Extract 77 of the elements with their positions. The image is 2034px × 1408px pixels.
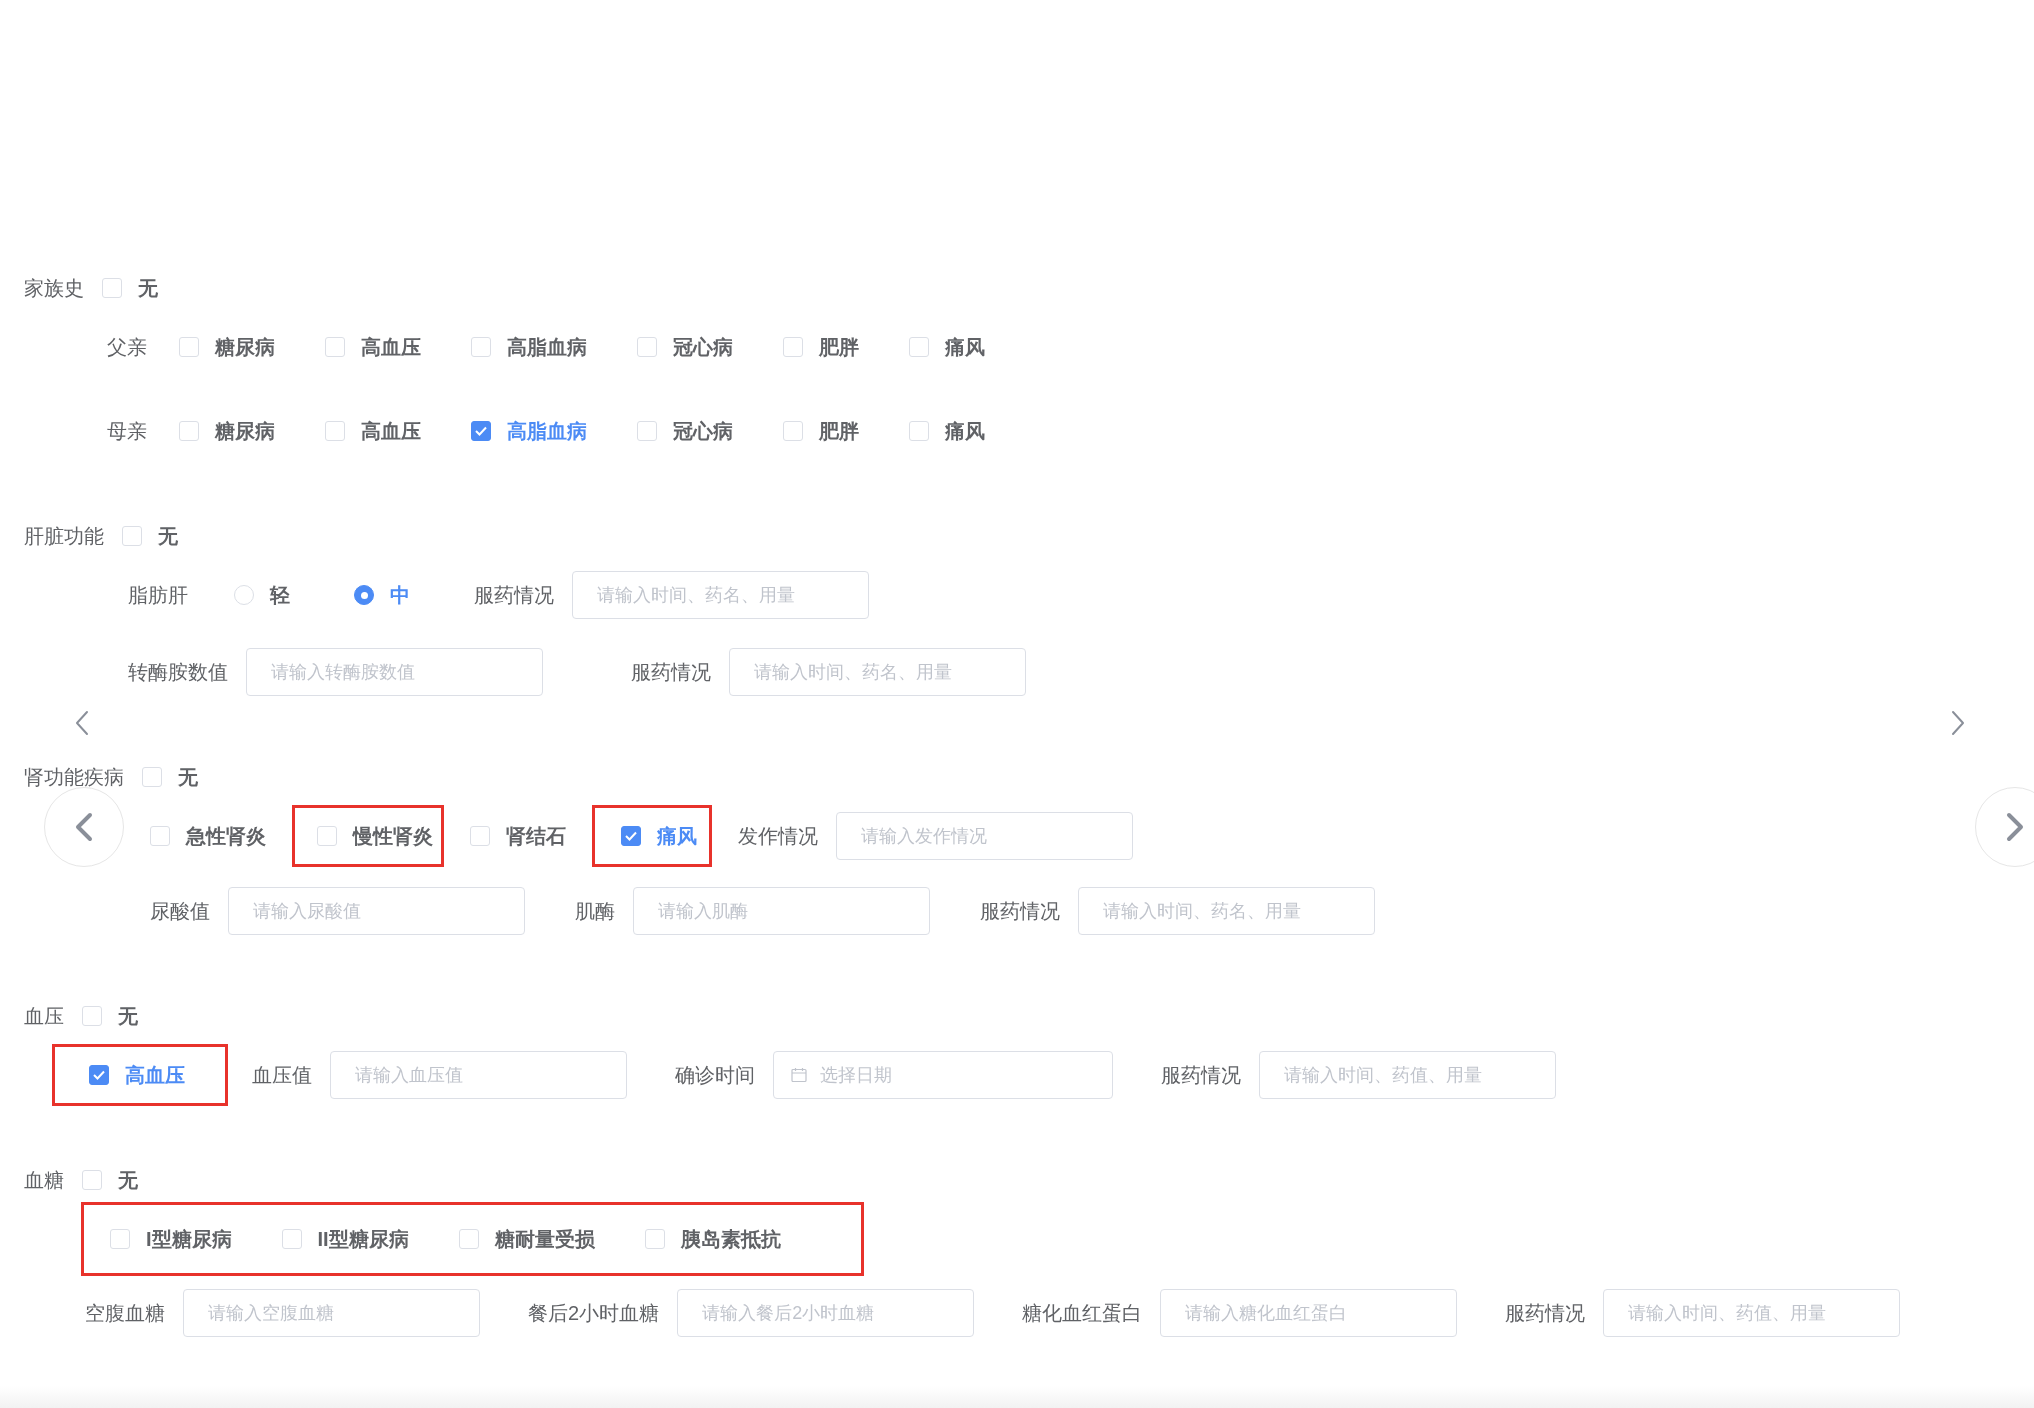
radio-label: 轻	[270, 582, 290, 608]
radio-button[interactable]	[354, 585, 374, 605]
checkbox-label: 无	[158, 523, 178, 549]
field-label: 服药情况	[980, 898, 1060, 924]
checkbox-label: 高血压	[361, 334, 421, 360]
row-label: 母亲	[107, 418, 147, 444]
chevron-right-icon[interactable]	[1950, 710, 1966, 736]
input-field[interactable]: 请输入空腹血糖	[183, 1289, 480, 1337]
input-field[interactable]: 请输入转酶胺数值	[246, 648, 543, 696]
check-icon	[93, 1070, 105, 1080]
chevron-left-icon	[74, 812, 94, 842]
checkbox[interactable]	[89, 1065, 109, 1085]
input-field[interactable]: 请输入糖化血红蛋白	[1160, 1289, 1458, 1337]
field-label: 糖化血红蛋白	[1022, 1300, 1143, 1326]
field-label: 确诊时间	[675, 1062, 755, 1088]
checkbox-label: 肥胖	[819, 418, 859, 444]
field-label: 服药情况	[631, 659, 711, 685]
input-field[interactable]: 请输入尿酸值	[228, 887, 525, 935]
checkbox-label: 痛风	[945, 334, 985, 360]
field-label: 转酶胺数值	[128, 659, 228, 685]
input-field[interactable]: 请输入时间、药值、用量	[1603, 1289, 1901, 1337]
chevron-left-icon[interactable]	[74, 710, 90, 736]
field-label: 尿酸值	[150, 898, 210, 924]
input-field[interactable]: 请输入发作情况	[836, 812, 1133, 860]
checkbox-label: 高血压	[125, 1062, 185, 1088]
checkbox-label: 胰岛素抵抗	[680, 1226, 781, 1252]
field-label: 血压值	[252, 1062, 312, 1088]
checkbox-label: 肾结石	[506, 823, 566, 849]
field-label: 空腹血糖	[85, 1300, 165, 1326]
input-field[interactable]: 请输入餐后2小时血糖	[677, 1289, 975, 1337]
checkbox[interactable]	[621, 826, 641, 846]
input-field[interactable]: 请输入肌酶	[633, 887, 930, 935]
field-label: 服药情况	[1505, 1300, 1586, 1326]
checkbox-label: 高脂血病	[507, 418, 587, 444]
date-field[interactable]: 选择日期	[773, 1051, 1113, 1099]
checkbox-label: 糖尿病	[215, 334, 275, 360]
radio-label: 中	[390, 582, 410, 608]
checkbox-label: 高血压	[361, 418, 421, 444]
field-label: 肌酶	[575, 898, 615, 924]
checkbox-label: 肥胖	[819, 334, 859, 360]
section-title: 家族史	[24, 275, 84, 301]
check-icon	[475, 426, 487, 436]
field-label: 发作情况	[738, 823, 818, 849]
input-field[interactable]: 请输入时间、药名、用量	[1078, 887, 1375, 935]
section-title: 血糖	[24, 1167, 64, 1193]
checkbox-label: 痛风	[945, 418, 985, 444]
checkbox-label: 无	[178, 764, 198, 790]
checkbox-label: 糖耐量受损	[494, 1226, 595, 1252]
chevron-right-icon	[2005, 812, 2025, 842]
checkbox-label: 高脂血病	[507, 334, 587, 360]
checkbox-label: 慢性肾炎	[353, 823, 433, 849]
field-label: 餐后2小时血糖	[528, 1300, 660, 1326]
check-icon	[625, 831, 637, 841]
input-field[interactable]: 请输入时间、药值、用量	[1259, 1051, 1556, 1099]
checkbox-label: 急性肾炎	[186, 823, 266, 849]
checkbox-label: 痛风	[657, 823, 697, 849]
previous-button[interactable]	[44, 787, 124, 867]
field-label: 服药情况	[474, 582, 554, 608]
input-field[interactable]: 请输入时间、药名、用量	[572, 571, 869, 619]
section-title: 肝脏功能	[24, 523, 104, 549]
calendar-icon	[791, 1067, 807, 1083]
checkbox-label: 糖尿病	[215, 418, 275, 444]
section-title: 肾功能疾病	[24, 764, 124, 790]
field-label: 服药情况	[1161, 1062, 1241, 1088]
checkbox-label: 无	[118, 1003, 138, 1029]
input-field[interactable]: 请输入血压值	[330, 1051, 627, 1099]
checkbox-label: II型糖尿病	[317, 1226, 409, 1252]
checkbox-label: 冠心病	[673, 334, 733, 360]
checkbox-label: 无	[118, 1167, 138, 1193]
row-label: 脂肪肝	[128, 582, 188, 608]
checkbox-label: 无	[138, 275, 158, 301]
row-label: 父亲	[107, 334, 147, 360]
section-title: 血压	[24, 1003, 64, 1029]
checkbox-label: 冠心病	[673, 418, 733, 444]
checkbox[interactable]	[471, 421, 491, 441]
input-field[interactable]: 请输入时间、药名、用量	[729, 648, 1026, 696]
checkbox-label: I型糖尿病	[146, 1226, 232, 1252]
